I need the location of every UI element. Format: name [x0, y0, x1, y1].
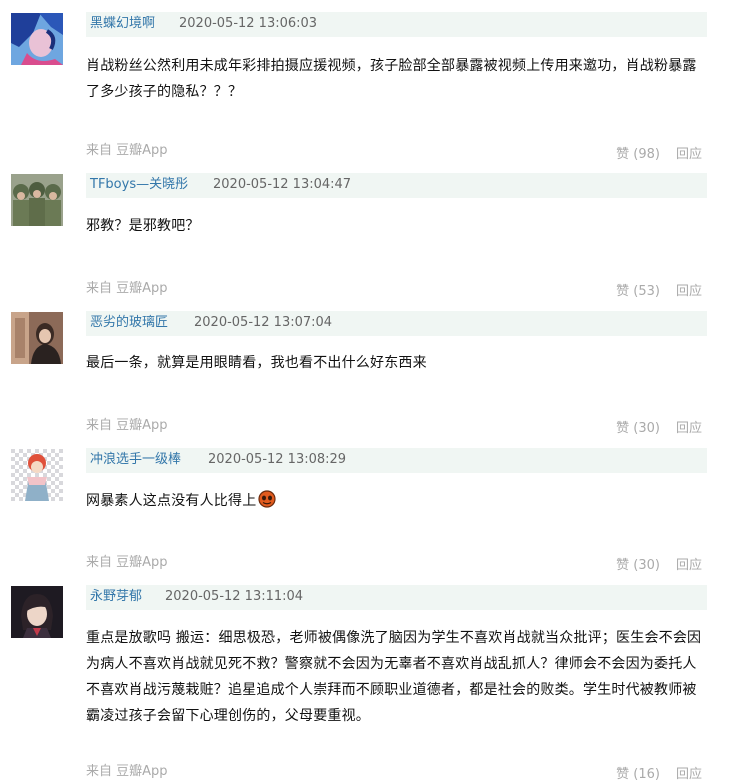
- comment-actions: 赞 (16) 回应: [616, 766, 702, 784]
- avatar[interactable]: [11, 449, 63, 501]
- reply-button[interactable]: 回应: [676, 421, 702, 436]
- comment-source: 来自 豆瓣App: [86, 281, 168, 296]
- user-name-link[interactable]: 冲浪选手一级棒: [90, 451, 181, 469]
- comment-text: 最后一条，就算是用眼睛看，我也看不出什么好东西来: [86, 355, 427, 371]
- comment-timestamp: 2020-05-12 13:06:03: [179, 16, 318, 31]
- comment-actions: 赞 (30) 回应: [616, 557, 702, 575]
- user-name-link[interactable]: 恶劣的玻璃匠: [90, 314, 168, 332]
- like-button[interactable]: 赞 (30): [616, 558, 660, 573]
- comment-actions: 赞 (53) 回应: [616, 283, 702, 301]
- comment-text: 网暴素人这点没有人比得上: [86, 488, 708, 517]
- comment-timestamp: 2020-05-12 13:11:04: [165, 589, 304, 604]
- user-name-link[interactable]: 黑蝶幻境啊: [90, 15, 155, 33]
- comment-text-body: 网暴素人这点没有人比得上: [86, 493, 257, 509]
- like-button[interactable]: 赞 (16): [616, 767, 660, 782]
- comment-header: 冲浪选手一级棒 2020-05-12 13:08:29: [86, 448, 707, 473]
- reply-button[interactable]: 回应: [676, 147, 702, 162]
- user-name-link[interactable]: TFboys—关晓彤: [90, 176, 188, 194]
- avatar[interactable]: [11, 174, 63, 226]
- comment-timestamp: 2020-05-12 13:07:04: [194, 315, 333, 330]
- comment-actions: 赞 (30) 回应: [616, 420, 702, 438]
- comment-text: 邪教？是邪教吧？: [86, 218, 200, 234]
- avatar[interactable]: [11, 312, 63, 364]
- comment-actions: 赞 (98) 回应: [616, 146, 702, 164]
- comment-source: 来自 豆瓣App: [86, 418, 168, 433]
- emoji-icon: [258, 490, 277, 517]
- comment-timestamp: 2020-05-12 13:04:47: [213, 177, 352, 192]
- comment-source: 来自 豆瓣App: [86, 143, 168, 158]
- comment-source: 来自 豆瓣App: [86, 764, 168, 779]
- comment-text: 肖战粉丝公然利用未成年彩排拍摄应援视频，孩子脸部全部暴露被视频上传用来邀功，肖战…: [86, 58, 697, 100]
- avatar[interactable]: [11, 13, 63, 65]
- like-button[interactable]: 赞 (53): [616, 284, 660, 299]
- comment-text: 重点是放歌吗 搬运：细思极恐，老师被偶像洗了脑因为学生不喜欢肖战就当众批评；医生…: [86, 630, 702, 724]
- comment-header: 永野芽郁 2020-05-12 13:11:04: [86, 585, 707, 610]
- avatar[interactable]: [11, 586, 63, 638]
- user-name-link[interactable]: 永野芽郁: [90, 588, 142, 606]
- like-button[interactable]: 赞 (98): [616, 147, 660, 162]
- like-button[interactable]: 赞 (30): [616, 421, 660, 436]
- comment-header: 恶劣的玻璃匠 2020-05-12 13:07:04: [86, 311, 707, 336]
- comment-list: 黑蝶幻境啊 2020-05-12 13:06:03 肖战粉丝公然利用未成年彩排拍…: [0, 0, 738, 784]
- comment-timestamp: 2020-05-12 13:08:29: [208, 452, 347, 467]
- reply-button[interactable]: 回应: [676, 558, 702, 573]
- comment-header: TFboys—关晓彤 2020-05-12 13:04:47: [86, 173, 707, 198]
- comment-header: 黑蝶幻境啊 2020-05-12 13:06:03: [86, 12, 707, 37]
- reply-button[interactable]: 回应: [676, 767, 702, 782]
- comment-source: 来自 豆瓣App: [86, 555, 168, 570]
- reply-button[interactable]: 回应: [676, 284, 702, 299]
